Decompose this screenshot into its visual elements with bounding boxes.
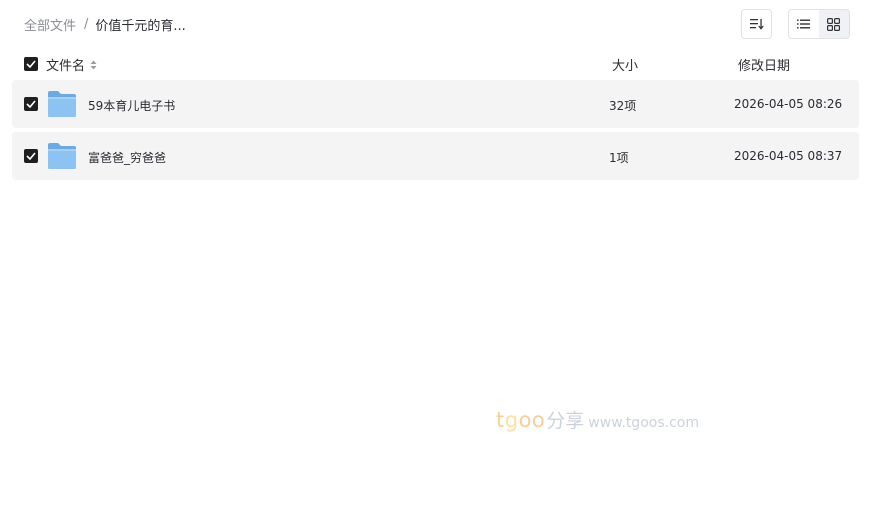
date-column-header[interactable]: 修改日期 [738, 55, 790, 74]
breadcrumb-separator: / [84, 16, 89, 32]
watermark-url: www.tgoos.com [588, 415, 699, 431]
watermark-cn-text: 分享 [546, 410, 585, 432]
grid-view-button[interactable] [818, 10, 849, 38]
table-row[interactable]: 59本育儿电子书 32项 2026-04-05 08:26 [12, 80, 859, 128]
row-name[interactable]: 富爸爸_穷爸爸 [88, 149, 166, 166]
folder-icon [47, 142, 77, 173]
check-icon [26, 100, 36, 108]
table-header: 文件名 大小 修改日期 [12, 52, 859, 76]
row-date: 2026-04-05 08:26 [734, 97, 843, 111]
table-row[interactable]: 富爸爸_穷爸爸 1项 2026-04-05 08:37 [12, 132, 859, 180]
view-toggle [788, 9, 850, 39]
select-all-checkbox[interactable] [24, 57, 38, 71]
row-size: 32项 [609, 99, 637, 113]
check-icon [26, 60, 36, 68]
sort-button[interactable] [741, 9, 772, 39]
breadcrumb-current-folder: 价值千元的育... [95, 18, 186, 34]
watermark-brand: tgoo [496, 408, 546, 432]
check-icon [26, 152, 36, 160]
size-column-header[interactable]: 大小 [612, 55, 638, 74]
row-name[interactable]: 59本育儿电子书 [88, 97, 175, 114]
sort-arrows-icon [90, 60, 97, 70]
folder-icon [47, 90, 77, 121]
sort-icon [749, 19, 764, 30]
watermark: tgoo 分享 www.tgoos.com [496, 406, 699, 433]
list-view-icon [797, 19, 811, 29]
row-size: 1项 [609, 151, 629, 165]
breadcrumb: 全部文件 / 价值千元的育... [24, 15, 186, 34]
name-column-header[interactable]: 文件名 [46, 55, 97, 74]
grid-view-icon [827, 17, 841, 31]
row-checkbox[interactable] [24, 97, 38, 111]
name-column-label: 文件名 [46, 59, 86, 74]
breadcrumb-root-link[interactable]: 全部文件 [24, 15, 76, 34]
row-checkbox[interactable] [24, 149, 38, 163]
row-date: 2026-04-05 08:37 [734, 149, 843, 163]
list-view-button[interactable] [789, 10, 819, 38]
